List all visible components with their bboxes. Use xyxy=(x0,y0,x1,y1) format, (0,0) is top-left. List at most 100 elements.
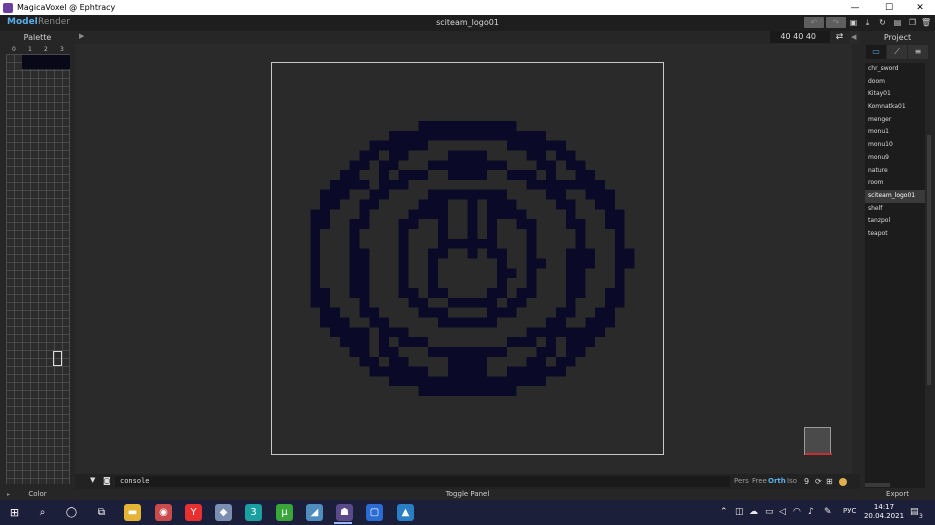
navigation-cube[interactable] xyxy=(804,427,832,455)
palette-selected-cell[interactable] xyxy=(53,351,62,366)
export-label[interactable]: Export xyxy=(860,490,935,498)
voxel xyxy=(388,140,399,151)
task-view-icon[interactable]: ⧉ xyxy=(93,504,110,521)
magicavoxel-taskbar-icon[interactable]: ☗ xyxy=(336,504,353,521)
project-item[interactable]: sciteam_logo01 xyxy=(865,189,925,203)
tray-up-icon[interactable]: ⌃ xyxy=(720,507,728,517)
trash-icon[interactable]: 🗑 xyxy=(921,18,931,27)
swap-icon[interactable]: ⇄ xyxy=(834,32,845,43)
cortana-icon[interactable]: ◯ xyxy=(63,504,80,521)
project-item[interactable]: monu9 xyxy=(865,152,925,165)
palette-grid[interactable] xyxy=(6,54,70,484)
voxel xyxy=(447,346,458,357)
yandex-browser-icon[interactable]: Y xyxy=(185,504,202,521)
new-file-icon[interactable]: ▤ xyxy=(893,18,902,27)
voxel xyxy=(408,337,419,347)
notification-icon[interactable]: ▤ xyxy=(910,507,919,517)
voxel xyxy=(496,386,507,397)
voxel xyxy=(526,327,537,338)
grid-icon[interactable]: ⊞ xyxy=(826,477,833,486)
clock[interactable]: 14:17 20.04.2021 xyxy=(862,503,906,521)
utorrent-icon[interactable]: μ xyxy=(276,504,293,521)
toggle-panel-button[interactable]: Toggle Panel xyxy=(75,490,860,498)
mode-orth[interactable]: Orth xyxy=(768,477,786,485)
mode-pers[interactable]: Pers xyxy=(734,477,749,485)
app-icon-window[interactable]: ▢ xyxy=(366,504,383,521)
project-item[interactable]: teapot xyxy=(865,228,925,241)
console-toggle-icon[interactable]: ▼ xyxy=(90,476,95,484)
copy-icon[interactable]: ❐ xyxy=(908,18,917,27)
voxel xyxy=(496,120,507,131)
dims-field[interactable]: 40 40 40 xyxy=(770,31,830,43)
project-item[interactable]: Komnatka01 xyxy=(865,101,925,114)
app-icon-blue[interactable]: ◢ xyxy=(306,504,323,521)
app-icon-grey[interactable]: ◆ xyxy=(215,504,232,521)
project-item[interactable]: monu1 xyxy=(865,126,925,139)
voxel xyxy=(585,258,596,269)
sun-icon[interactable] xyxy=(839,478,847,486)
voxel xyxy=(388,366,399,377)
save-icon[interactable]: ▣ xyxy=(849,18,858,27)
pen-icon[interactable]: ✎ xyxy=(824,507,832,517)
wifi-icon[interactable]: ◠ xyxy=(793,507,801,517)
voxel xyxy=(379,317,389,328)
palette-dark-colors[interactable] xyxy=(22,55,70,69)
voxel xyxy=(418,297,429,308)
photos-icon[interactable]: ▲ xyxy=(397,504,414,521)
project-item[interactable]: Kitay01 xyxy=(865,88,925,101)
project-item[interactable]: doom xyxy=(865,76,925,89)
project-item[interactable]: menger xyxy=(865,114,925,127)
app-icon-teal[interactable]: 3 xyxy=(245,504,262,521)
project-item[interactable]: chr_sword xyxy=(865,63,925,76)
voxel xyxy=(467,317,478,328)
download-icon[interactable]: ⤓ xyxy=(863,18,872,27)
voxel xyxy=(614,287,625,298)
volume-icon[interactable]: ♪ xyxy=(808,507,814,517)
cloud-icon[interactable]: ☁ xyxy=(749,507,758,517)
project-panel: Project ▭ ⟋ ≡ chr_sword doom Kitay01 Komnat… xyxy=(860,31,935,500)
project-item[interactable]: monu10 xyxy=(865,139,925,152)
tray-app-icon[interactable]: ◫ xyxy=(735,507,744,517)
brush-icon[interactable]: ⟋ xyxy=(887,45,907,59)
collapse-left-icon[interactable]: ▶ xyxy=(79,32,84,40)
list-icon[interactable]: ≡ xyxy=(908,45,928,59)
rotate-icon[interactable]: ⟳ xyxy=(815,477,822,486)
console-input[interactable]: console xyxy=(115,476,730,487)
search-icon[interactable]: ⌕ xyxy=(34,504,51,521)
refresh-icon[interactable]: ↻ xyxy=(878,18,887,27)
zoom-value[interactable]: 9 xyxy=(804,477,809,486)
voxel xyxy=(408,376,419,387)
language-indicator[interactable]: РУС xyxy=(843,507,856,515)
project-item[interactable]: shelf xyxy=(865,203,925,216)
maximize-button[interactable]: ☐ xyxy=(876,0,902,15)
project-item[interactable]: room xyxy=(865,177,925,190)
mode-free[interactable]: Free xyxy=(752,477,767,485)
file-explorer-icon[interactable]: ▬ xyxy=(124,504,141,521)
voxel xyxy=(506,376,517,387)
voxel xyxy=(428,248,439,259)
voxel xyxy=(487,287,497,298)
collapse-right-icon[interactable]: ◀ xyxy=(851,33,856,41)
voxel xyxy=(477,356,488,367)
voxel xyxy=(546,140,556,151)
undo-button[interactable]: ↶ xyxy=(804,17,824,28)
project-scrollbar[interactable] xyxy=(927,135,931,385)
voxel-model[interactable] xyxy=(271,62,664,455)
camera-icon[interactable]: ◙ xyxy=(103,476,111,485)
app-icon-red[interactable]: ◉ xyxy=(155,504,172,521)
redo-button[interactable]: ↷ xyxy=(826,17,846,28)
folder-icon[interactable]: ▭ xyxy=(866,45,886,59)
tab-render[interactable]: Render xyxy=(38,17,70,27)
mode-iso[interactable]: Iso xyxy=(787,477,797,485)
project-tabs: ▭ ⟋ ≡ xyxy=(866,45,929,59)
minimize-button[interactable]: — xyxy=(842,0,868,15)
windows-start-icon[interactable]: ⊞ xyxy=(6,504,23,521)
project-item[interactable]: nature xyxy=(865,165,925,178)
voxel xyxy=(408,366,419,377)
battery-icon[interactable]: ▭ xyxy=(765,507,774,517)
speaker-icon[interactable]: ◁ xyxy=(779,507,786,517)
project-item[interactable]: tanzpol xyxy=(865,215,925,228)
project-resize-handle[interactable] xyxy=(865,483,890,487)
tab-model[interactable]: Model xyxy=(7,17,38,27)
close-button[interactable]: ✕ xyxy=(907,0,933,15)
